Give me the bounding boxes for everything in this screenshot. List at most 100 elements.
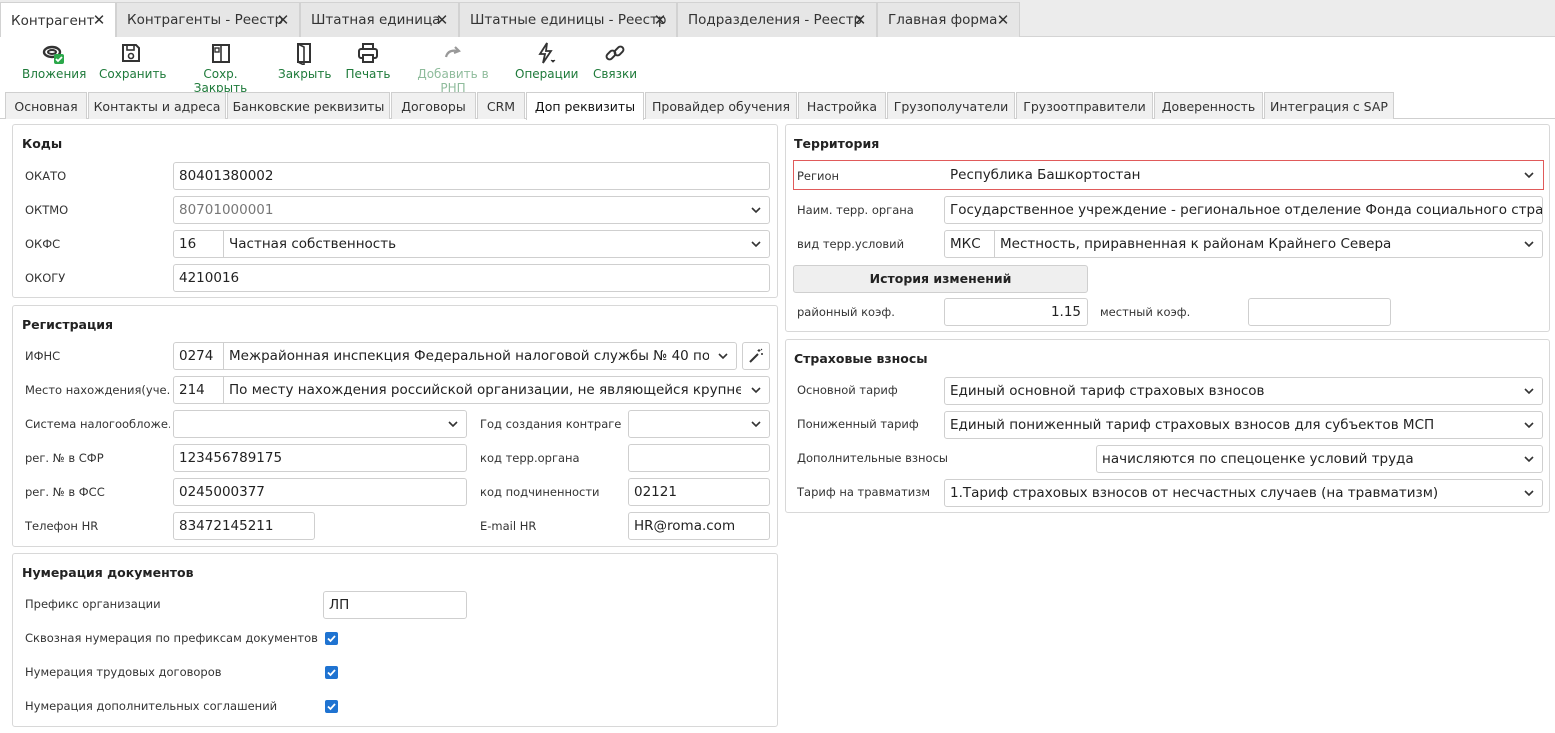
labor-numbering-label: Нумерация трудовых договоров	[25, 665, 222, 679]
redo-arrow-icon	[444, 46, 461, 58]
district-coef-label: районный коэф.	[797, 305, 895, 319]
okogu-field[interactable]: 4210016	[173, 264, 770, 292]
prefix-field[interactable]: ЛП	[323, 591, 467, 619]
doc-tab-departments-registry[interactable]: Подразделения - Реестр ✕	[677, 2, 877, 37]
tab-contracts[interactable]: Договоры	[391, 92, 476, 119]
region-label: Регион	[797, 169, 840, 183]
sub-code-label: код подчиненности	[480, 485, 600, 499]
tab-label: Доверенность	[1161, 98, 1256, 114]
tab-extra-details[interactable]: Доп реквизиты	[526, 92, 644, 120]
close-icon[interactable]: ✕	[276, 11, 290, 29]
change-history-button[interactable]: История изменений	[793, 265, 1088, 293]
floppy-disk-icon	[122, 44, 140, 62]
tab-main[interactable]: Основная	[5, 92, 87, 119]
reduced-tariff-select[interactable]: Единый пониженный тариф страховых взносо…	[944, 411, 1543, 439]
oktmo-select[interactable]: 80701000001	[173, 196, 770, 224]
chevron-down-icon	[1524, 241, 1534, 248]
operations-button[interactable]: Операции	[515, 41, 578, 81]
year-created-label: Год создания контраге...	[480, 417, 622, 431]
terr-conditions-text: Местность, приравненная к районам Крайне…	[1000, 236, 1392, 252]
links-button[interactable]: Связки	[592, 41, 638, 81]
add-to-rnp-label: Добавить в РНП	[417, 67, 489, 95]
tab-contacts[interactable]: Контакты и адреса	[88, 92, 226, 119]
magic-wand-button[interactable]	[742, 342, 770, 370]
hr-email-field[interactable]: HR@roma.com	[628, 512, 770, 540]
main-tariff-label: Основной тариф	[797, 383, 898, 397]
tab-bank-details[interactable]: Банковские реквизиты	[227, 92, 390, 119]
checkmark-icon	[327, 635, 336, 643]
doc-tab-main-form[interactable]: Главная форма ✕	[877, 2, 1020, 37]
main-tariff-value: Единый основной тариф страховых взносов	[950, 383, 1265, 399]
year-created-select[interactable]	[628, 410, 770, 438]
tab-training-provider[interactable]: Провайдер обучения	[645, 92, 797, 119]
save-close-button[interactable]: Сохр. Закрыть	[178, 41, 263, 95]
close-icon[interactable]: ✕	[435, 11, 449, 29]
doc-tab-staff-units-registry[interactable]: Штатные единицы - Реестр ✕	[459, 2, 677, 37]
chevron-down-icon	[718, 353, 728, 360]
location-text: По месту нахождения российской организац…	[229, 382, 741, 398]
terr-code-label: код терр.органа	[480, 451, 580, 465]
main-tariff-select[interactable]: Единый основной тариф страховых взносов	[944, 377, 1543, 405]
tab-label: Грузополучатели	[893, 98, 1009, 114]
okfs-code: 16	[174, 231, 224, 257]
district-coef-field[interactable]: 1.15	[944, 298, 1088, 326]
tab-label: Контакты и адреса	[93, 98, 221, 114]
terr-code-field[interactable]	[628, 444, 770, 472]
local-coef-field[interactable]	[1248, 298, 1391, 326]
prefix-label: Префикс организации	[25, 597, 161, 611]
tax-system-label: Система налогообложе...	[25, 417, 170, 431]
okato-field[interactable]: 80401380002	[173, 162, 770, 190]
doc-tab-counterparty[interactable]: Контрагент ✕	[0, 2, 116, 38]
printer-icon	[358, 43, 378, 63]
doc-tab-staff-unit[interactable]: Штатная единица ✕	[300, 2, 459, 37]
panel-title: Нумерация документов	[22, 565, 194, 580]
terr-conditions-code: МКС	[945, 231, 995, 257]
hr-phone-field[interactable]: 83472145211	[173, 512, 315, 540]
reduced-tariff-value: Единый пониженный тариф страховых взносо…	[950, 417, 1435, 433]
doc-tab-counterparties-registry[interactable]: Контрагенты - Реестр ✕	[116, 2, 300, 37]
tab-label: Доп реквизиты	[534, 99, 636, 114]
location-select[interactable]: 214 По месту нахождения российской орган…	[173, 376, 770, 404]
save-close-label: Сохр. Закрыть	[193, 67, 248, 95]
tab-settings[interactable]: Настройка	[798, 92, 886, 119]
save-label: Сохранить	[99, 67, 167, 81]
attachments-button[interactable]: Вложения	[22, 41, 87, 81]
chevron-down-icon	[1524, 388, 1534, 395]
additional-numbering-checkbox[interactable]	[325, 700, 338, 713]
fss-label: рег. № в ФСС	[25, 485, 105, 499]
tab-label: Договоры	[401, 98, 466, 114]
close-button[interactable]: Закрыть	[278, 41, 331, 81]
additional-contributions-select[interactable]: начисляются по спецоценке условий труда	[1096, 445, 1543, 473]
fss-field[interactable]: 0245000377	[173, 478, 467, 506]
through-numbering-checkbox[interactable]	[325, 632, 338, 645]
attachments-label: Вложения	[22, 67, 87, 81]
tab-sap-integration[interactable]: Интеграция с SAP	[1264, 92, 1394, 119]
tab-consignees[interactable]: Грузополучатели	[887, 92, 1015, 119]
checkmark-icon	[327, 669, 336, 677]
sfr-field[interactable]: 123456789175	[173, 444, 467, 472]
close-icon[interactable]: ✕	[92, 11, 106, 29]
region-select[interactable]: Республика Башкортостан	[944, 161, 1543, 189]
close-icon[interactable]: ✕	[996, 11, 1010, 29]
chevron-down-icon	[751, 241, 761, 248]
tab-power-of-attorney[interactable]: Доверенность	[1154, 92, 1263, 119]
injury-tariff-select[interactable]: 1.Тариф страховых взносов от несчастных …	[944, 479, 1543, 507]
ifns-select[interactable]: 0274 Межрайонная инспекция Федеральной н…	[173, 342, 737, 370]
terr-conditions-select[interactable]: МКС Местность, приравненная к районам Кр…	[944, 230, 1543, 258]
chain-link-icon	[605, 45, 625, 61]
print-button[interactable]: Печать	[345, 41, 391, 81]
labor-numbering-checkbox[interactable]	[325, 666, 338, 679]
tax-system-select[interactable]	[173, 410, 467, 438]
close-icon[interactable]: ✕	[653, 11, 667, 29]
terr-conditions-label: вид терр.условий	[797, 237, 905, 251]
injury-tariff-label: Тариф на травматизм	[797, 485, 931, 499]
terr-organ-field[interactable]: Государственное учреждение - регионально…	[944, 196, 1543, 224]
tab-consignors[interactable]: Грузоотправители	[1016, 92, 1153, 119]
save-button[interactable]: Сохранить	[99, 41, 167, 81]
chevron-down-icon	[1524, 490, 1534, 497]
okfs-select[interactable]: 16 Частная собственность	[173, 230, 770, 258]
add-to-rnp-button[interactable]: Добавить в РНП	[406, 41, 500, 95]
tab-crm[interactable]: CRM	[477, 92, 525, 119]
close-icon[interactable]: ✕	[853, 11, 867, 29]
sub-code-field[interactable]: 02121	[628, 478, 770, 506]
